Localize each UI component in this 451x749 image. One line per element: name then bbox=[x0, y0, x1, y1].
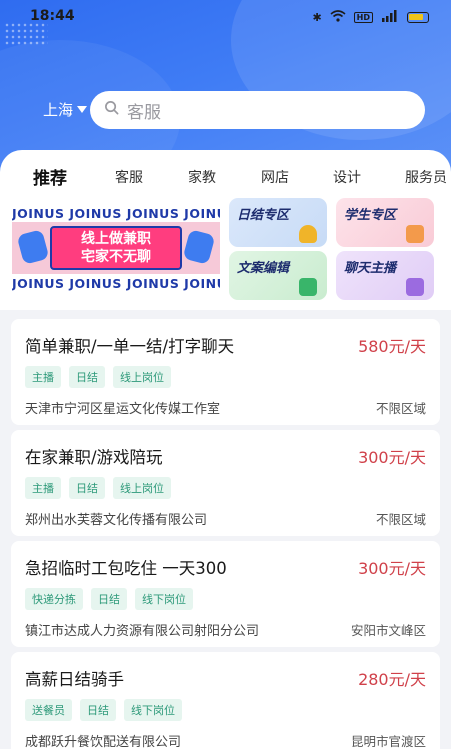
job-salary: 300元/天 bbox=[358, 448, 426, 467]
job-card[interactable]: 急招临时工包吃住 一天300 300元/天 快递分拣 日结 线下岗位 镇江市达成… bbox=[11, 541, 440, 647]
job-tag: 日结 bbox=[69, 477, 105, 499]
job-title: 高薪日结骑手 bbox=[25, 670, 124, 689]
tile-label: 日结专区 bbox=[237, 208, 290, 223]
job-tags: 主播 日结 线上岗位 bbox=[25, 366, 171, 388]
hd-icon: HD bbox=[353, 12, 373, 23]
banner-strip-bottom: JOINUS JOINUS JOINUS JOINUS bbox=[12, 276, 220, 291]
job-region: 昆明市官渡区 bbox=[350, 734, 426, 749]
job-title: 在家兼职/游戏陪玩 bbox=[25, 448, 163, 467]
status-time: 18:44 bbox=[30, 8, 75, 24]
job-tag: 主播 bbox=[25, 477, 61, 499]
job-tag: 快递分拣 bbox=[25, 588, 83, 610]
tile-daily-pay[interactable]: 日结专区 bbox=[229, 198, 327, 247]
status-bar: 18:44 ✱ HD bbox=[0, 0, 451, 34]
job-tag: 日结 bbox=[80, 699, 116, 721]
job-company: 镇江市达成人力资源有限公司射阳分公司 bbox=[25, 624, 260, 639]
job-title: 急招临时工包吃住 一天300 bbox=[25, 559, 227, 578]
job-tag: 送餐员 bbox=[25, 699, 72, 721]
status-icons: ✱ HD bbox=[312, 10, 429, 25]
battery-icon bbox=[407, 12, 429, 23]
job-tag: 主播 bbox=[25, 366, 61, 388]
search-placeholder: 客服 bbox=[127, 102, 161, 123]
job-region: 安阳市文峰区 bbox=[350, 623, 426, 638]
tile-live-chat[interactable]: 聊天主播 bbox=[336, 251, 434, 300]
wifi-icon bbox=[330, 10, 346, 25]
job-tag: 线上岗位 bbox=[113, 366, 171, 388]
tab-customer-service[interactable]: 客服 bbox=[115, 167, 143, 187]
job-tag: 线上岗位 bbox=[113, 477, 171, 499]
tile-label: 聊天主播 bbox=[344, 261, 397, 276]
tab-recommend[interactable]: 推荐 bbox=[33, 164, 67, 189]
tile-copywriting[interactable]: 文案编辑 bbox=[229, 251, 327, 300]
video-camera-icon bbox=[406, 278, 424, 296]
promo-banner[interactable]: JOINUS JOINUS JOINUS JOINUS 线上做兼职 宅家不无聊 … bbox=[12, 198, 220, 302]
job-salary: 280元/天 bbox=[358, 670, 426, 689]
job-company: 成都跃升餐饮配送有限公司 bbox=[25, 735, 182, 749]
search-input[interactable]: 客服 bbox=[90, 91, 425, 129]
job-company: 郑州出水芙蓉文化传播有限公司 bbox=[25, 513, 208, 528]
job-region: 不限区域 bbox=[375, 512, 426, 527]
tab-tutor[interactable]: 家教 bbox=[188, 167, 216, 187]
city-selector[interactable]: 上海 bbox=[43, 99, 88, 120]
job-card[interactable]: 高薪日结骑手 280元/天 送餐员 日结 线下岗位 成都跃升餐饮配送有限公司 昆… bbox=[11, 652, 440, 749]
tile-label: 文案编辑 bbox=[237, 261, 290, 276]
banner-line2: 宅家不无聊 bbox=[81, 249, 151, 265]
job-tag: 线下岗位 bbox=[124, 699, 182, 721]
banner-strip-top: JOINUS JOINUS JOINUS JOINUS bbox=[12, 206, 220, 221]
job-title: 简单兼职/一单一结/打字聊天 bbox=[25, 337, 235, 356]
tab-online-store[interactable]: 网店 bbox=[261, 167, 289, 187]
signal-icon bbox=[381, 10, 399, 25]
job-tags: 快递分拣 日结 线下岗位 bbox=[25, 588, 193, 610]
tab-design[interactable]: 设计 bbox=[333, 167, 361, 187]
job-tags: 主播 日结 线上岗位 bbox=[25, 477, 171, 499]
job-company: 天津市宁河区星运文化传媒工作室 bbox=[25, 402, 221, 417]
document-icon bbox=[299, 278, 317, 296]
job-salary: 300元/天 bbox=[358, 559, 426, 578]
chevron-down-icon bbox=[77, 106, 88, 113]
category-tabs: 推荐 客服 家教 网店 设计 服务员 bbox=[0, 160, 451, 190]
job-card[interactable]: 在家兼职/游戏陪玩 300元/天 主播 日结 线上岗位 郑州出水芙蓉文化传播有限… bbox=[11, 430, 440, 536]
tab-waiter[interactable]: 服务员 bbox=[405, 167, 447, 187]
job-tag: 日结 bbox=[91, 588, 127, 610]
job-region: 不限区域 bbox=[375, 401, 426, 416]
certificate-icon bbox=[406, 225, 424, 243]
job-tag: 日结 bbox=[69, 366, 105, 388]
trophy-icon bbox=[299, 225, 317, 243]
tile-label: 学生专区 bbox=[344, 208, 397, 223]
job-salary: 580元/天 bbox=[358, 337, 426, 356]
search-icon bbox=[104, 100, 119, 120]
city-label: 上海 bbox=[43, 101, 74, 119]
banner-line1: 线上做兼职 bbox=[81, 231, 151, 247]
banner-board: 线上做兼职 宅家不无聊 bbox=[50, 226, 182, 270]
tile-student[interactable]: 学生专区 bbox=[336, 198, 434, 247]
bluetooth-icon: ✱ bbox=[312, 11, 322, 24]
job-card[interactable]: 简单兼职/一单一结/打字聊天 580元/天 主播 日结 线上岗位 天津市宁河区星… bbox=[11, 319, 440, 425]
job-tags: 送餐员 日结 线下岗位 bbox=[25, 699, 182, 721]
job-tag: 线下岗位 bbox=[135, 588, 193, 610]
